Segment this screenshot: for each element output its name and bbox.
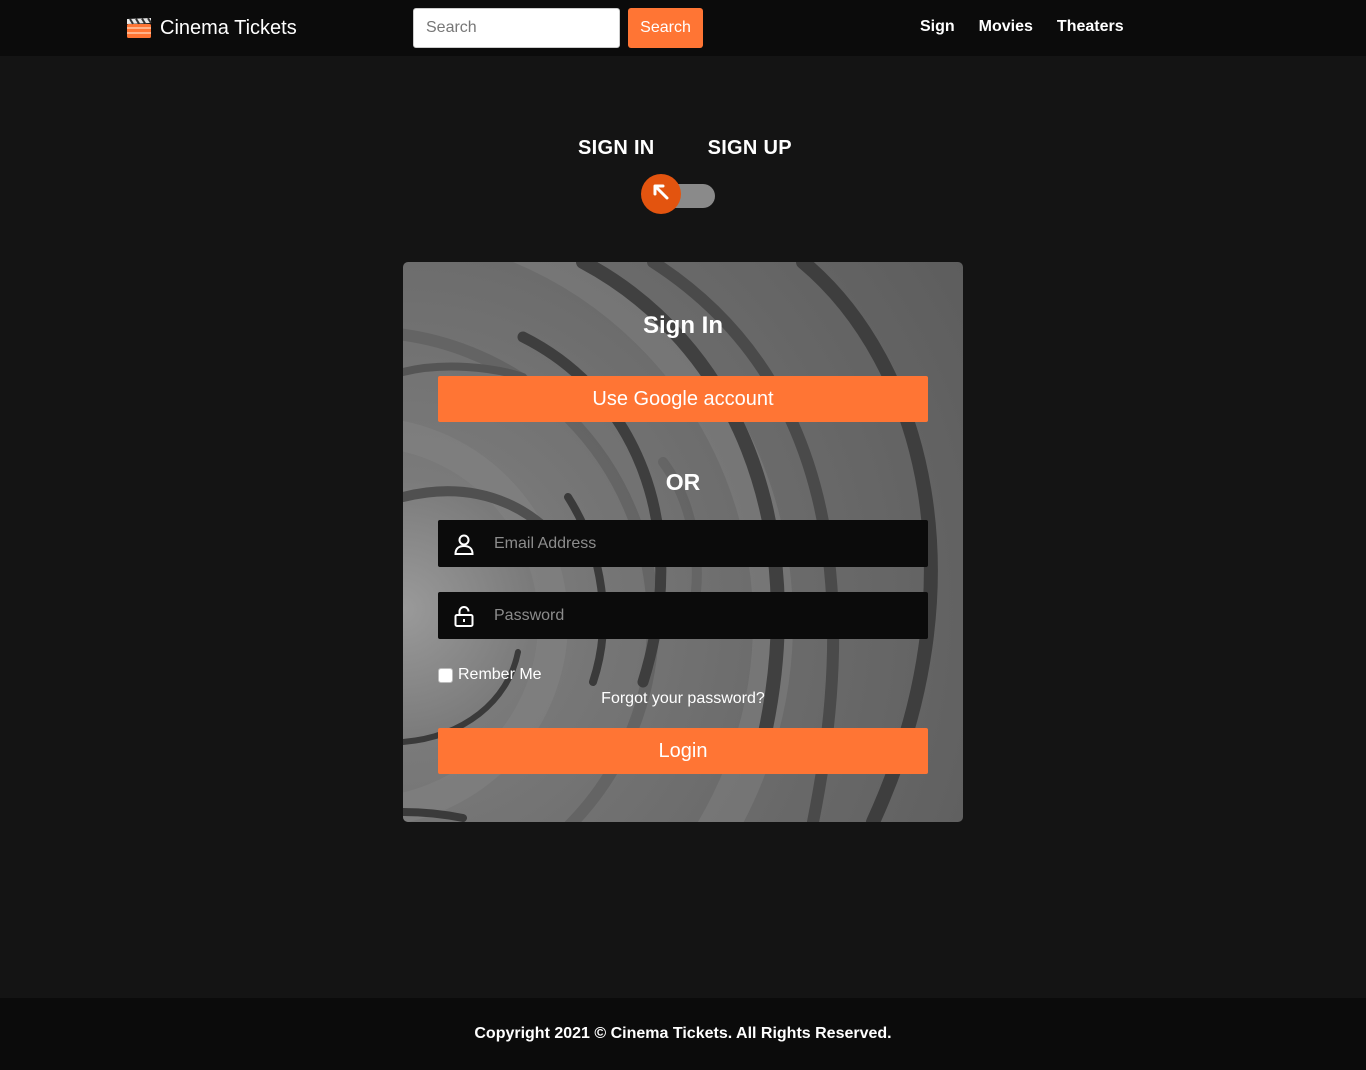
email-field-group bbox=[438, 520, 928, 567]
remember-me-label: Rember Me bbox=[458, 666, 542, 683]
sign-up-tab-label[interactable]: SIGN UP bbox=[708, 137, 792, 160]
email-input[interactable] bbox=[494, 520, 914, 567]
nav-link-movies[interactable]: Movies bbox=[979, 18, 1033, 36]
footer: Copyright 2021 © Cinema Tickets. All Rig… bbox=[0, 998, 1366, 1070]
nav-link-theaters[interactable]: Theaters bbox=[1057, 18, 1124, 36]
or-divider: OR bbox=[665, 469, 701, 495]
auth-mode-toggle-knob[interactable] bbox=[641, 174, 681, 214]
auth-mode-labels: SIGN IN SIGN UP bbox=[578, 137, 792, 160]
password-field-group bbox=[438, 592, 928, 639]
search-button[interactable]: Search bbox=[628, 8, 703, 48]
unlock-icon bbox=[452, 604, 476, 628]
remember-me[interactable]: Rember Me bbox=[438, 666, 542, 684]
user-icon bbox=[452, 532, 476, 556]
password-input[interactable] bbox=[494, 592, 914, 639]
remember-me-checkbox[interactable] bbox=[438, 667, 453, 683]
brand-name: Cinema Tickets bbox=[160, 16, 297, 39]
top-navbar: Cinema Tickets Search Sign Movies Theate… bbox=[0, 0, 1366, 56]
card-title: Sign In bbox=[643, 312, 723, 339]
clapperboard-icon bbox=[126, 17, 152, 39]
brand-link[interactable]: Cinema Tickets bbox=[126, 14, 297, 42]
sign-in-tab-label[interactable]: SIGN IN bbox=[578, 137, 655, 160]
arrow-up-left-icon bbox=[652, 183, 670, 206]
search-input[interactable] bbox=[413, 8, 620, 48]
forgot-password-link[interactable]: Forgot your password? bbox=[403, 690, 963, 708]
nav-links: Sign Movies Theaters bbox=[920, 18, 1124, 36]
copyright-text: Copyright 2021 © Cinema Tickets. All Rig… bbox=[474, 1025, 892, 1042]
nav-link-sign[interactable]: Sign bbox=[920, 18, 955, 36]
google-signin-button[interactable]: Use Google account bbox=[438, 376, 928, 422]
login-button[interactable]: Login bbox=[438, 728, 928, 774]
sign-in-card: Sign In Use Google account OR Rember Me … bbox=[403, 262, 963, 822]
